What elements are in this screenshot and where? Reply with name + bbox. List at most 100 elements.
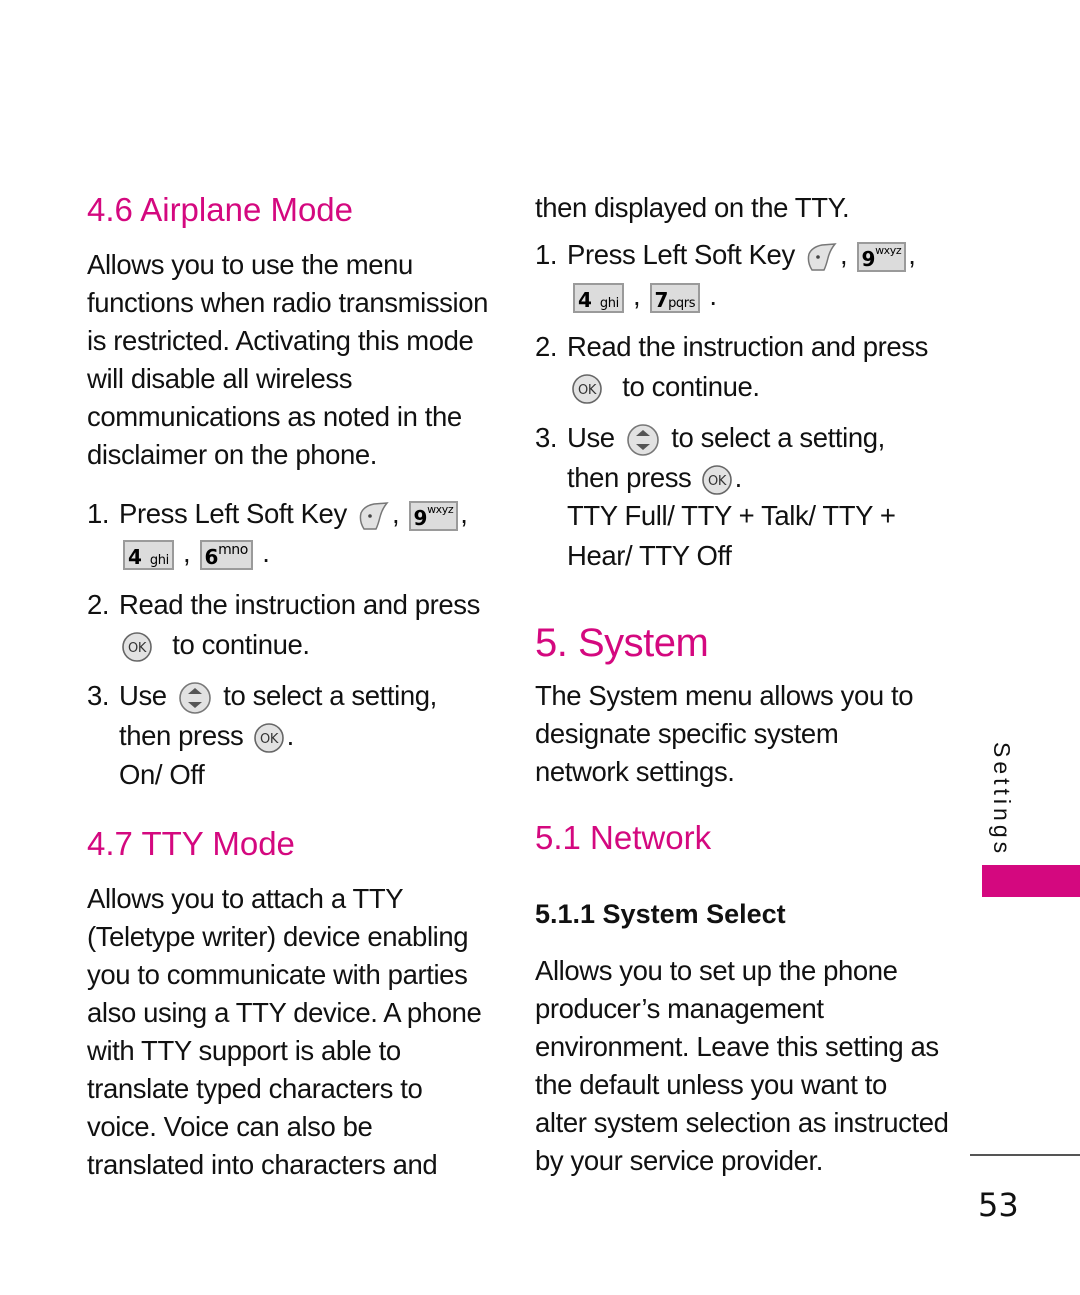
side-tab-label: Settings <box>985 742 1015 857</box>
key-7-icon: 7pqrs <box>649 282 701 313</box>
step-number: 3. <box>535 422 558 453</box>
key-letters: ghi <box>149 552 169 568</box>
airplane-step-3-cont: then press OK . <box>119 716 294 756</box>
separator: , <box>840 239 848 270</box>
airplane-step-2: 2. Read the instruction and press <box>87 585 480 625</box>
text-line: you to communicate with parties <box>87 959 468 990</box>
key-digit: 9 <box>413 505 428 530</box>
key-6-icon: 6mno <box>199 539 253 570</box>
text-line: translated into characters and <box>87 1149 438 1180</box>
system-description: The System menu allows you to designate … <box>535 677 914 791</box>
text-line: will disable all wireless <box>87 363 353 394</box>
text-line: (Teletype writer) device enabling <box>87 921 469 952</box>
tty-step-2-cont: OK to continue. <box>569 367 760 407</box>
step-number: 2. <box>87 589 110 620</box>
separator: , <box>908 239 916 270</box>
key-digit: 6 <box>204 544 219 569</box>
text-line: Allows you to attach a TTY <box>87 883 404 914</box>
step-text: Press Left Soft Key <box>567 239 795 270</box>
step-text: to select a setting, <box>671 422 885 453</box>
text-line: communications as noted in the <box>87 401 462 432</box>
tty-step-1-cont: 4 ghi , 7pqrs . <box>571 276 717 316</box>
airplane-step-1: 1. Press Left Soft Key , 9wxyz, <box>87 494 468 534</box>
airplane-mode-options: On/ Off <box>119 759 205 790</box>
key-letters: ghi <box>599 295 619 311</box>
text-line: is restricted. Activating this mode <box>87 325 474 356</box>
footer-divider <box>970 1154 1080 1156</box>
svg-text:OK: OK <box>260 732 279 747</box>
tty-mode-description: Allows you to attach a TTY (Teletype wri… <box>87 880 482 1184</box>
tty-step-3: 3. Use to select a setting, <box>535 418 885 458</box>
option-line: TTY Full/ TTY + Talk/ TTY + <box>567 500 896 531</box>
tty-step-1: 1. Press Left Soft Key , 9wxyz, <box>535 235 916 275</box>
chapter-heading-system: 5. System <box>535 621 709 665</box>
airplane-step-2-cont: OK to continue. <box>119 625 310 665</box>
key-letters: pqrs <box>668 295 696 311</box>
step-number: 2. <box>535 331 558 362</box>
tty-mode-options: TTY Full/ TTY + Talk/ TTY + Hear/ TTY Of… <box>567 496 896 576</box>
key-letters: wxyz <box>427 502 454 516</box>
text-line: designate specific system <box>535 718 839 749</box>
step-text: Use <box>567 422 615 453</box>
text-line: alter system selection as instructed <box>535 1107 949 1138</box>
key-letters: wxyz <box>875 243 902 257</box>
section-heading-tty-mode: 4.7 TTY Mode <box>87 825 295 862</box>
step-text: Read the instruction and press <box>119 589 480 620</box>
separator: , <box>392 498 400 529</box>
separator: , <box>460 498 468 529</box>
option-line: Hear/ TTY Off <box>567 540 732 571</box>
subsection-heading-system-select: 5.1.1 System Select <box>535 899 786 929</box>
step-text: to continue. <box>622 371 760 402</box>
page-number: 53 <box>978 1186 1019 1224</box>
ok-button-icon: OK <box>253 722 284 753</box>
text-line: Allows you to use the menu <box>87 249 413 280</box>
section-heading-network: 5.1 Network <box>535 819 712 856</box>
system-select-description: Allows you to set up the phone producer’… <box>535 952 949 1180</box>
separator: . <box>734 462 743 493</box>
key-9-icon: 9wxyz <box>856 241 907 272</box>
key-9-icon: 9wxyz <box>408 500 459 531</box>
text-line: functions when radio transmission <box>87 287 489 318</box>
text-line: Allows you to set up the phone <box>535 955 898 986</box>
side-tab-text: Settings <box>989 742 1015 858</box>
left-soft-key-icon <box>359 501 389 530</box>
left-soft-key-icon <box>807 242 837 271</box>
text-line: with TTY support is able to <box>87 1035 401 1066</box>
airplane-mode-description: Allows you to use the menu functions whe… <box>87 246 488 474</box>
step-text: Use <box>119 680 167 711</box>
text-line: environment. Leave this setting as <box>535 1031 939 1062</box>
key-4-icon: 4 ghi <box>123 539 174 570</box>
key-letters: mno <box>218 541 248 558</box>
step-text: Press Left Soft Key <box>119 498 347 529</box>
step-text: then press <box>119 720 244 751</box>
text-line: The System menu allows you to <box>535 680 914 711</box>
text-line: producer’s management <box>535 993 824 1024</box>
text-line: the default unless you want to <box>535 1069 887 1100</box>
key-digit: 4 <box>578 287 592 312</box>
text-line: translate typed characters to <box>87 1073 423 1104</box>
text-line: disclaimer on the phone. <box>87 439 378 470</box>
ok-button-icon: OK <box>572 373 602 404</box>
step-text: Read the instruction and press <box>567 331 928 362</box>
step-text: to select a setting, <box>223 680 437 711</box>
key-4-icon: 4 ghi <box>573 282 624 313</box>
ok-button-icon: OK <box>122 631 152 662</box>
step-text: to continue. <box>172 629 310 660</box>
step-number: 1. <box>87 498 110 529</box>
ok-button-icon: OK <box>701 464 732 495</box>
tty-step-2: 2. Read the instruction and press <box>535 327 928 367</box>
svg-text:OK: OK <box>708 474 727 489</box>
tty-description-continued: then displayed on the TTY. <box>535 189 850 227</box>
separator: . <box>262 537 270 568</box>
separator: . <box>286 720 295 751</box>
step-number: 1. <box>535 239 558 270</box>
separator: , <box>183 537 191 568</box>
step-number: 3. <box>87 680 110 711</box>
text-line: network settings. <box>535 756 735 787</box>
key-digit: 7 <box>654 287 669 312</box>
section-heading-airplane-mode: 4.6 Airplane Mode <box>87 191 354 228</box>
separator: , <box>633 280 641 311</box>
text-line: by your service provider. <box>535 1145 824 1176</box>
navigation-key-up-down-icon <box>627 423 659 456</box>
key-digit: 4 <box>128 544 142 569</box>
